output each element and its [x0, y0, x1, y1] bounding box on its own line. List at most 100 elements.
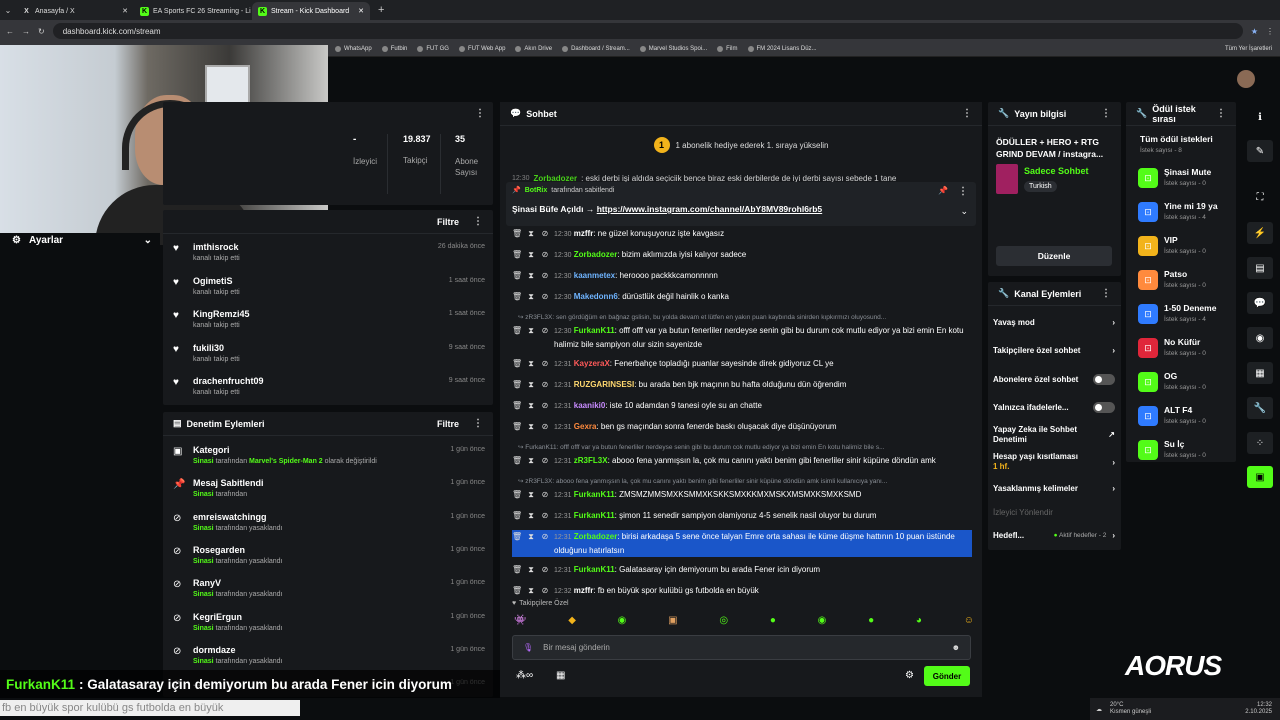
pinned-message[interactable]: 📌 BotRix tarafından sabitlendi Şinasi Bü… — [506, 182, 976, 226]
more-icon[interactable]: ⋮ — [1216, 108, 1226, 119]
chat-bubble-icon[interactable]: 💬 — [1247, 292, 1273, 314]
chat-message[interactable]: 🗑 ⧗ ⊘ 12:32 mzffr: fb en büyük spor kulübü… — [512, 584, 972, 598]
emotes-only-row[interactable]: Yalnızca ifadelerle... — [993, 402, 1115, 413]
ban-icon[interactable]: ⊘ — [540, 454, 550, 467]
message-user[interactable]: mzffr — [574, 229, 594, 238]
ban-icon[interactable]: ⊘ — [540, 227, 550, 240]
clipboard-icon[interactable]: ▤ — [1247, 257, 1273, 279]
chevron-down-icon[interactable]: ⌄ — [960, 206, 968, 217]
followers-only-row[interactable]: Takipçilere özel sohbet › — [993, 346, 1115, 355]
gift-icon[interactable]: ▦ — [556, 670, 565, 681]
timeout-icon[interactable]: ⧗ — [526, 488, 536, 501]
trash-icon[interactable]: 🗑 — [512, 530, 522, 543]
message-user[interactable]: FurkanK11 — [574, 326, 615, 335]
info-icon[interactable]: ℹ — [1247, 106, 1273, 128]
trash-icon[interactable]: 🗑 — [512, 584, 522, 597]
unpin-icon[interactable]: 📌 — [938, 186, 948, 195]
bookmark[interactable]: Marvel Studios Spoi... — [639, 46, 707, 52]
trash-icon[interactable]: 🗑 — [512, 454, 522, 467]
tab-x[interactable]: X Anasayfa / X ✕ — [16, 2, 134, 20]
message-user[interactable]: RUZGARINSESI — [574, 380, 634, 389]
wrench-icon[interactable]: 🔧 — [1247, 397, 1273, 419]
emote[interactable]: ◕ — [916, 615, 922, 629]
timeout-icon[interactable]: ⧗ — [526, 454, 536, 467]
chat-input[interactable]: 🎙 Bir mesaj gönderin ☻ — [512, 635, 971, 660]
bookmark[interactable]: FUT GG — [417, 46, 449, 52]
subs-only-toggle[interactable] — [1093, 374, 1115, 385]
message-user[interactable]: zR3FL3X — [574, 456, 608, 465]
ban-icon[interactable]: ⊘ — [540, 563, 550, 576]
ban-icon[interactable]: ⊘ — [540, 248, 550, 261]
trash-icon[interactable]: 🗑 — [512, 290, 522, 303]
timeout-icon[interactable]: ⧗ — [526, 399, 536, 412]
message-user[interactable]: Gexra — [574, 422, 597, 431]
more-icon[interactable]: ⋮ — [1101, 108, 1111, 119]
bookmark[interactable]: FUT Web App — [458, 46, 505, 52]
star-icon[interactable]: ★ — [1251, 27, 1258, 36]
ban-icon[interactable]: ⊘ — [540, 378, 550, 391]
chat-message[interactable]: 🗑 ⧗ ⊘ 12:31 Zorbadozer: birisi arkadaşa 5 … — [512, 530, 972, 557]
emote[interactable]: ● — [868, 615, 874, 629]
chat-message[interactable]: 🗑 ⧗ ⊘ 12:31 FurkanK11: Galatasaray için de… — [512, 563, 972, 577]
timeout-icon[interactable]: ⧗ — [526, 269, 536, 282]
ban-icon[interactable]: ⊘ — [540, 399, 550, 412]
moderation-item[interactable]: ⊘ Rosegarden Sinasi tarafından yasakland… — [163, 543, 493, 576]
moderation-item[interactable]: ⊘ RanyV Sinasi tarafından yasaklandı 1 g… — [163, 576, 493, 609]
timeout-icon[interactable]: ⧗ — [526, 324, 536, 337]
broadcast-icon[interactable]: ◉ — [1247, 327, 1273, 349]
crop-icon[interactable]: ⛶ — [1247, 186, 1273, 208]
account-age-row[interactable]: Hesap yaşı kısıtlaması 1 hf. › — [993, 452, 1115, 472]
filter-button[interactable]: Filtre — [437, 419, 459, 429]
emote[interactable]: ◎ — [719, 615, 728, 629]
chat-message[interactable]: 🗑 ⧗ ⊘ 12:31 RUZGARINSESI: bu arada ben bjk… — [512, 378, 972, 392]
emote[interactable]: ▣ — [668, 615, 677, 629]
reward-item[interactable]: ⊡ OG İstek sayısı - 0 — [1138, 370, 1233, 398]
trash-icon[interactable]: 🗑 — [512, 324, 522, 337]
green-app-icon[interactable]: ▣ — [1247, 466, 1273, 488]
sidebar-settings[interactable]: ⚙ Ayarlar ⌄ — [12, 235, 152, 246]
ban-icon[interactable]: ⊘ — [540, 488, 550, 501]
message-user[interactable]: FurkanK11 — [574, 490, 615, 499]
chat-settings-icon[interactable]: ⚙ — [905, 670, 914, 681]
message-user[interactable]: kaanmetex — [574, 271, 615, 280]
trash-icon[interactable]: 🗑 — [512, 248, 522, 261]
moderation-item[interactable]: ▣ Kategori Sinasi tarafından Marvel's Sp… — [163, 443, 493, 476]
timeout-icon[interactable]: ⧗ — [526, 584, 536, 597]
reward-item[interactable]: ⊡ ALT F4 İstek sayısı - 0 — [1138, 404, 1233, 432]
timeout-icon[interactable]: ⧗ — [526, 509, 536, 522]
bolt-icon[interactable]: ⚡ — [1247, 222, 1273, 244]
ban-icon[interactable]: ⊘ — [540, 269, 550, 282]
reload-icon[interactable]: ↻ — [38, 27, 45, 36]
menu-icon[interactable]: ⋮ — [1266, 27, 1274, 36]
more-icon[interactable]: ⋮ — [475, 108, 485, 119]
back-icon[interactable]: ← — [6, 27, 14, 36]
moderation-item[interactable]: ⊘ emreiswatchingg Sinasi tarafından yasa… — [163, 510, 493, 543]
reply-preview[interactable]: ↪ FurkanK11: offf offf var ya butun fene… — [518, 443, 968, 451]
chat-message[interactable]: 🗑 ⧗ ⊘ 12:31 zR3FL3X: abooo fena yanmışsın … — [512, 454, 972, 468]
trash-icon[interactable]: 🗑 — [512, 563, 522, 576]
trash-icon[interactable]: 🗑 — [512, 378, 522, 391]
chat-message[interactable]: 🗑 ⧗ ⊘ 12:31 kaaniki0: iste 10 adamdan 9 ta… — [512, 399, 972, 413]
timeout-icon[interactable]: ⧗ — [526, 530, 536, 543]
slow-mode-row[interactable]: Yavaş mod › — [993, 318, 1115, 327]
avatar[interactable] — [1237, 70, 1255, 88]
bookmark[interactable]: Film — [717, 46, 738, 52]
ban-icon[interactable]: ⊘ — [540, 420, 550, 433]
stack-icon[interactable]: ▦ — [1247, 362, 1273, 384]
reward-item[interactable]: ⊡ Şinasi Mute İstek sayısı - 0 — [1138, 166, 1233, 194]
ban-icon[interactable]: ⊘ — [540, 324, 550, 337]
chat-message[interactable]: 🗑 ⧗ ⊘ 12:31 Gexra: ben gs maçından sonra f… — [512, 420, 972, 434]
bookmark[interactable]: Futbin — [381, 46, 407, 52]
forward-icon[interactable]: → — [22, 27, 30, 36]
timeout-icon[interactable]: ⧗ — [526, 227, 536, 240]
new-tab-icon[interactable]: + — [378, 4, 384, 16]
ban-icon[interactable]: ⊘ — [540, 509, 550, 522]
reward-item[interactable]: ⊡ No Küfür İstek sayısı - 0 — [1138, 336, 1233, 364]
emote[interactable]: ◉ — [618, 615, 627, 629]
emote[interactable]: 👾 — [514, 615, 526, 629]
all-rewards[interactable]: Tüm ödül istekleri İstek sayısı - 8 — [1140, 134, 1213, 154]
goals-row[interactable]: Hedefl... ● Aktif hedefler - 2 › — [993, 531, 1115, 540]
moderation-item[interactable]: ⊘ KegriErgun Sinasi tarafından yasakland… — [163, 610, 493, 643]
gift-sub-banner[interactable]: 1 1 abonelik hediye ederek 1. sıraya yük… — [500, 130, 982, 160]
chat-message[interactable]: 🗑 ⧗ ⊘ 12:31 FurkanK11: ZMSMZMMSMXKSMMXKSKK… — [512, 488, 972, 502]
